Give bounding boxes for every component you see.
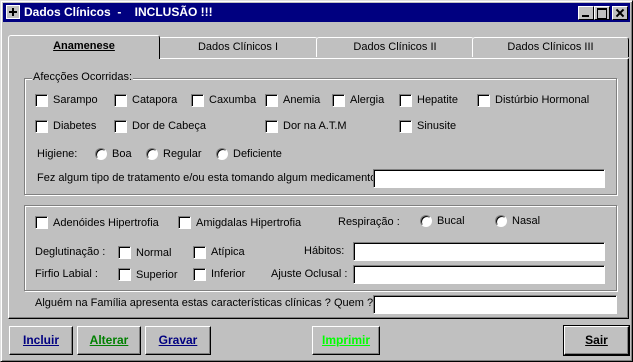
tab-dados-clinicos-ii[interactable]: Dados Clínicos II: [316, 37, 474, 57]
degluticao-normal-label: Normal: [136, 247, 172, 259]
sarampo-checkbox[interactable]: [35, 94, 48, 107]
higiene-deficiente-radio[interactable]: [216, 148, 228, 160]
incluir-button[interactable]: Incluir: [9, 326, 73, 355]
disturbio-hormonal-label: Distúrbio Hormonal: [495, 94, 590, 106]
catapora-label: Catapora: [132, 94, 178, 106]
respiracao-label: Respiração :: [338, 216, 400, 228]
gravar-button[interactable]: Gravar: [145, 326, 211, 355]
anemia-checkbox[interactable]: [265, 94, 278, 107]
habitos-input[interactable]: [353, 242, 605, 261]
dor-de-cabeca-label: Dor de Cabeça: [132, 120, 206, 132]
diabetes-label: Diabetes: [53, 120, 97, 132]
higiene-label: Higiene:: [37, 148, 78, 160]
sarampo-label: Sarampo: [53, 94, 98, 106]
caxumba-checkbox[interactable]: [191, 94, 204, 107]
alterar-button[interactable]: Alterar: [77, 326, 141, 355]
tab-anamenese[interactable]: Anamenese: [8, 35, 160, 59]
imprimir-button[interactable]: Imprimir: [312, 326, 380, 355]
system-menu-icon[interactable]: [6, 5, 20, 19]
diabetes-checkbox[interactable]: [35, 120, 48, 133]
familia-input[interactable]: [373, 295, 617, 314]
freio-superior-label: Superior: [136, 269, 178, 281]
tratamento-input[interactable]: [373, 169, 605, 188]
amigdalas-checkbox[interactable]: [178, 216, 191, 229]
amigdalas-label: Amigdalas Hipertrofia: [196, 217, 302, 229]
degluticao-normal-checkbox[interactable]: [118, 246, 131, 259]
hepatite-checkbox[interactable]: [399, 94, 412, 107]
dor-atm-checkbox[interactable]: [265, 120, 278, 133]
tab-dados-clinicos-i[interactable]: Dados Clínicos I: [158, 37, 318, 57]
dor-de-cabeca-checkbox[interactable]: [114, 120, 127, 133]
respiracao-nasal-radio[interactable]: [495, 215, 507, 227]
degluticao-atipica-checkbox[interactable]: [193, 246, 206, 259]
higiene-regular-radio[interactable]: [146, 148, 158, 160]
respiracao-bucal-radio[interactable]: [420, 215, 432, 227]
alergia-label: Alergia: [350, 94, 385, 106]
freio-labial-label: Firfio Labial :: [35, 268, 98, 280]
adenoides-label: Adenóides Hipertrofia: [53, 217, 159, 229]
tratamento-label: Fez algum tipo de tratamento e/ou esta t…: [37, 172, 380, 184]
catapora-checkbox[interactable]: [114, 94, 127, 107]
caxumba-label: Caxumba: [209, 94, 257, 106]
higiene-boa-label: Boa: [112, 148, 132, 160]
sinusite-checkbox[interactable]: [399, 120, 412, 133]
disturbio-hormonal-checkbox[interactable]: [477, 94, 490, 107]
habitos-label: Hábitos:: [304, 245, 345, 257]
close-button[interactable]: [612, 6, 628, 20]
higiene-boa-radio[interactable]: [95, 148, 107, 160]
window-title: Dados Clínicos - INCLUSÃO !!!: [24, 5, 213, 19]
hepatite-label: Hepatite: [417, 94, 458, 106]
anemia-label: Anemia: [283, 94, 321, 106]
higiene-deficiente-label: Deficiente: [233, 148, 282, 160]
title-bar[interactable]: Dados Clínicos - INCLUSÃO !!!: [3, 3, 630, 22]
freio-superior-checkbox[interactable]: [118, 268, 131, 281]
maximize-button[interactable]: [594, 6, 610, 20]
respiracao-bucal-label: Bucal: [437, 215, 465, 227]
ajuste-oclusal-label: Ajuste Oclusal :: [271, 268, 348, 280]
degluticao-label: Deglutinação :: [35, 246, 106, 258]
degluticao-atipica-label: Atípica: [211, 246, 245, 258]
respiracao-nasal-label: Nasal: [512, 215, 541, 227]
alergia-checkbox[interactable]: [332, 94, 345, 107]
tab-dados-clinicos-iii[interactable]: Dados Clínicos III: [472, 37, 629, 57]
minimize-button[interactable]: [578, 6, 594, 20]
adenoides-checkbox[interactable]: [35, 216, 48, 229]
freio-inferior-label: Inferior: [211, 268, 246, 280]
sair-button[interactable]: Sair: [563, 325, 630, 356]
dor-atm-label: Dor na A.T.M: [283, 120, 347, 132]
freio-inferior-checkbox[interactable]: [193, 268, 206, 281]
familia-label: Alguém na Família apresenta estas caract…: [35, 297, 374, 309]
higiene-regular-label: Regular: [163, 148, 202, 160]
afeccoes-legend: Afecções Ocorridas:: [32, 71, 134, 83]
ajuste-oclusal-input[interactable]: [353, 265, 605, 284]
sinusite-label: Sinusite: [417, 120, 457, 132]
window: Dados Clínicos - INCLUSÃO !!! Dados Clín…: [0, 0, 633, 362]
